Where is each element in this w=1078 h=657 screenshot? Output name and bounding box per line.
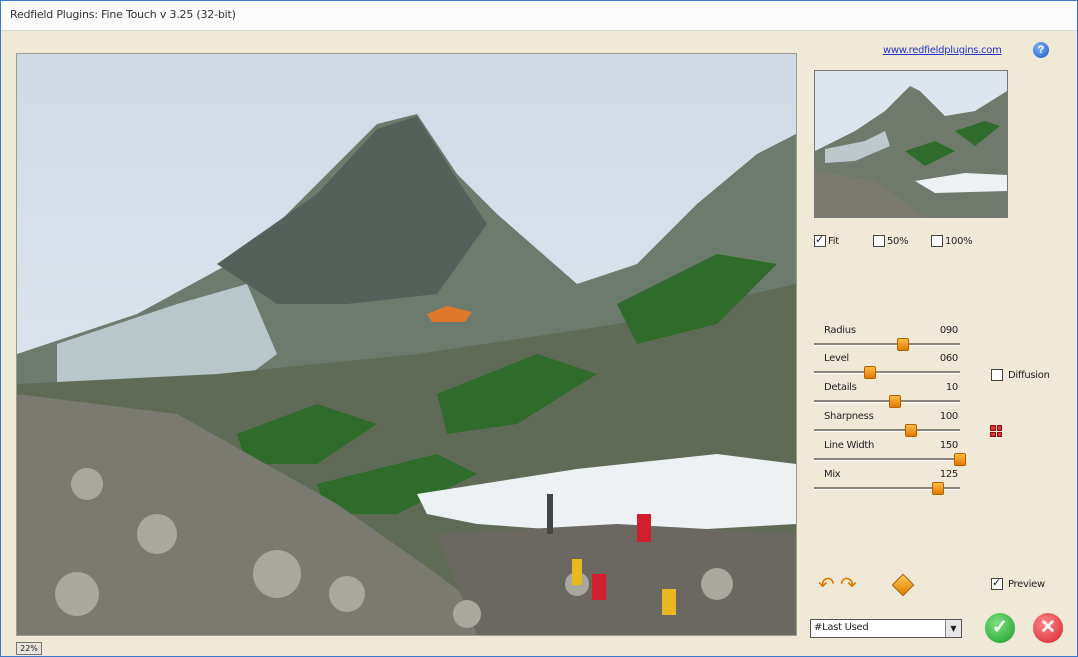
radius-label: Radius [824,325,856,336]
slider-radius[interactable]: Radius 090 [814,325,960,355]
slider-mix[interactable]: Mix 125 [814,469,960,499]
radius-slider-handle[interactable] [896,338,909,351]
mix-label: Mix [824,469,841,480]
mix-slider-handle[interactable] [931,482,944,495]
slider-sharpness[interactable]: Sharpness 100 [814,411,960,441]
line-width-value: 150 [939,440,958,451]
details-value: 10 [945,382,958,393]
level-track[interactable] [814,371,960,374]
main-preview-image[interactable] [16,53,797,636]
details-label: Details [824,382,857,393]
zoom-fit-checkbox[interactable]: Fit [814,233,839,248]
zoom-50-checkbox[interactable]: 50% [873,234,909,248]
details-track[interactable] [814,400,960,403]
redo-icon[interactable]: ↷ [840,575,857,595]
diffusion-label: Diffusion [1008,369,1050,381]
line-width-label: Line Width [824,440,875,451]
level-label: Level [824,353,849,364]
diffusion-checkbox-box[interactable] [991,369,1003,381]
close-icon: ✕ [1040,617,1056,638]
zoom-100-checkbox-box[interactable] [931,235,943,247]
preview-checkbox[interactable]: Preview [991,576,1045,591]
details-slider-handle[interactable] [889,395,902,408]
zoom-50-checkbox-box[interactable] [873,235,885,247]
chevron-down-icon[interactable]: ▼ [945,620,961,637]
diffusion-checkbox[interactable]: Diffusion [991,368,1050,382]
sharpness-slider-handle[interactable] [905,424,918,437]
cancel-button[interactable]: ✕ [1033,613,1063,643]
zoom-100-checkbox[interactable]: 100% [931,234,973,248]
undo-icon[interactable]: ↶ [818,575,835,595]
thumbnail-canvas [815,71,1007,217]
line-width-slider-handle[interactable] [953,453,966,466]
fit-checkbox-box[interactable] [814,233,826,247]
level-value: 060 [939,353,958,364]
preset-select[interactable]: #Last Used ▼ [810,619,962,638]
help-icon[interactable]: ? [1033,42,1049,58]
zoom-level-label: 22% [16,642,42,655]
slider-level[interactable]: Level 060 [814,353,960,383]
line-width-track[interactable] [814,458,960,461]
ok-button[interactable]: ✓ [985,613,1015,643]
grid-icon[interactable] [990,425,1002,437]
preview-label: Preview [1008,578,1045,590]
zoom-100-label: 100% [945,235,973,247]
sharpness-value: 100 [939,411,958,422]
checkmark-icon: ✓ [992,617,1008,638]
sharpness-track[interactable] [814,429,960,432]
fit-label: Fit [828,235,839,247]
title-bar: Redfield Plugins: Fine Touch v 3.25 (32-… [0,0,1078,31]
slider-line-width[interactable]: Line Width 150 [814,440,966,470]
rock-foreground-right [437,524,796,635]
mix-value: 125 [939,469,958,480]
radius-track[interactable] [814,343,960,346]
slider-details[interactable]: Details 10 [814,382,960,412]
preset-selected-value: #Last Used [814,622,869,633]
zoom-50-label: 50% [887,235,909,247]
window-title: Redfield Plugins: Fine Touch v 3.25 (32-… [10,8,236,21]
preview-canvas [17,54,796,635]
navigator-thumbnail[interactable] [814,70,1008,218]
website-link[interactable]: www.redfieldplugins.com [883,45,1002,56]
sharpness-label: Sharpness [824,411,874,422]
radius-value: 090 [939,325,958,336]
preview-checkbox-box[interactable] [991,576,1003,590]
level-slider-handle[interactable] [864,366,877,379]
